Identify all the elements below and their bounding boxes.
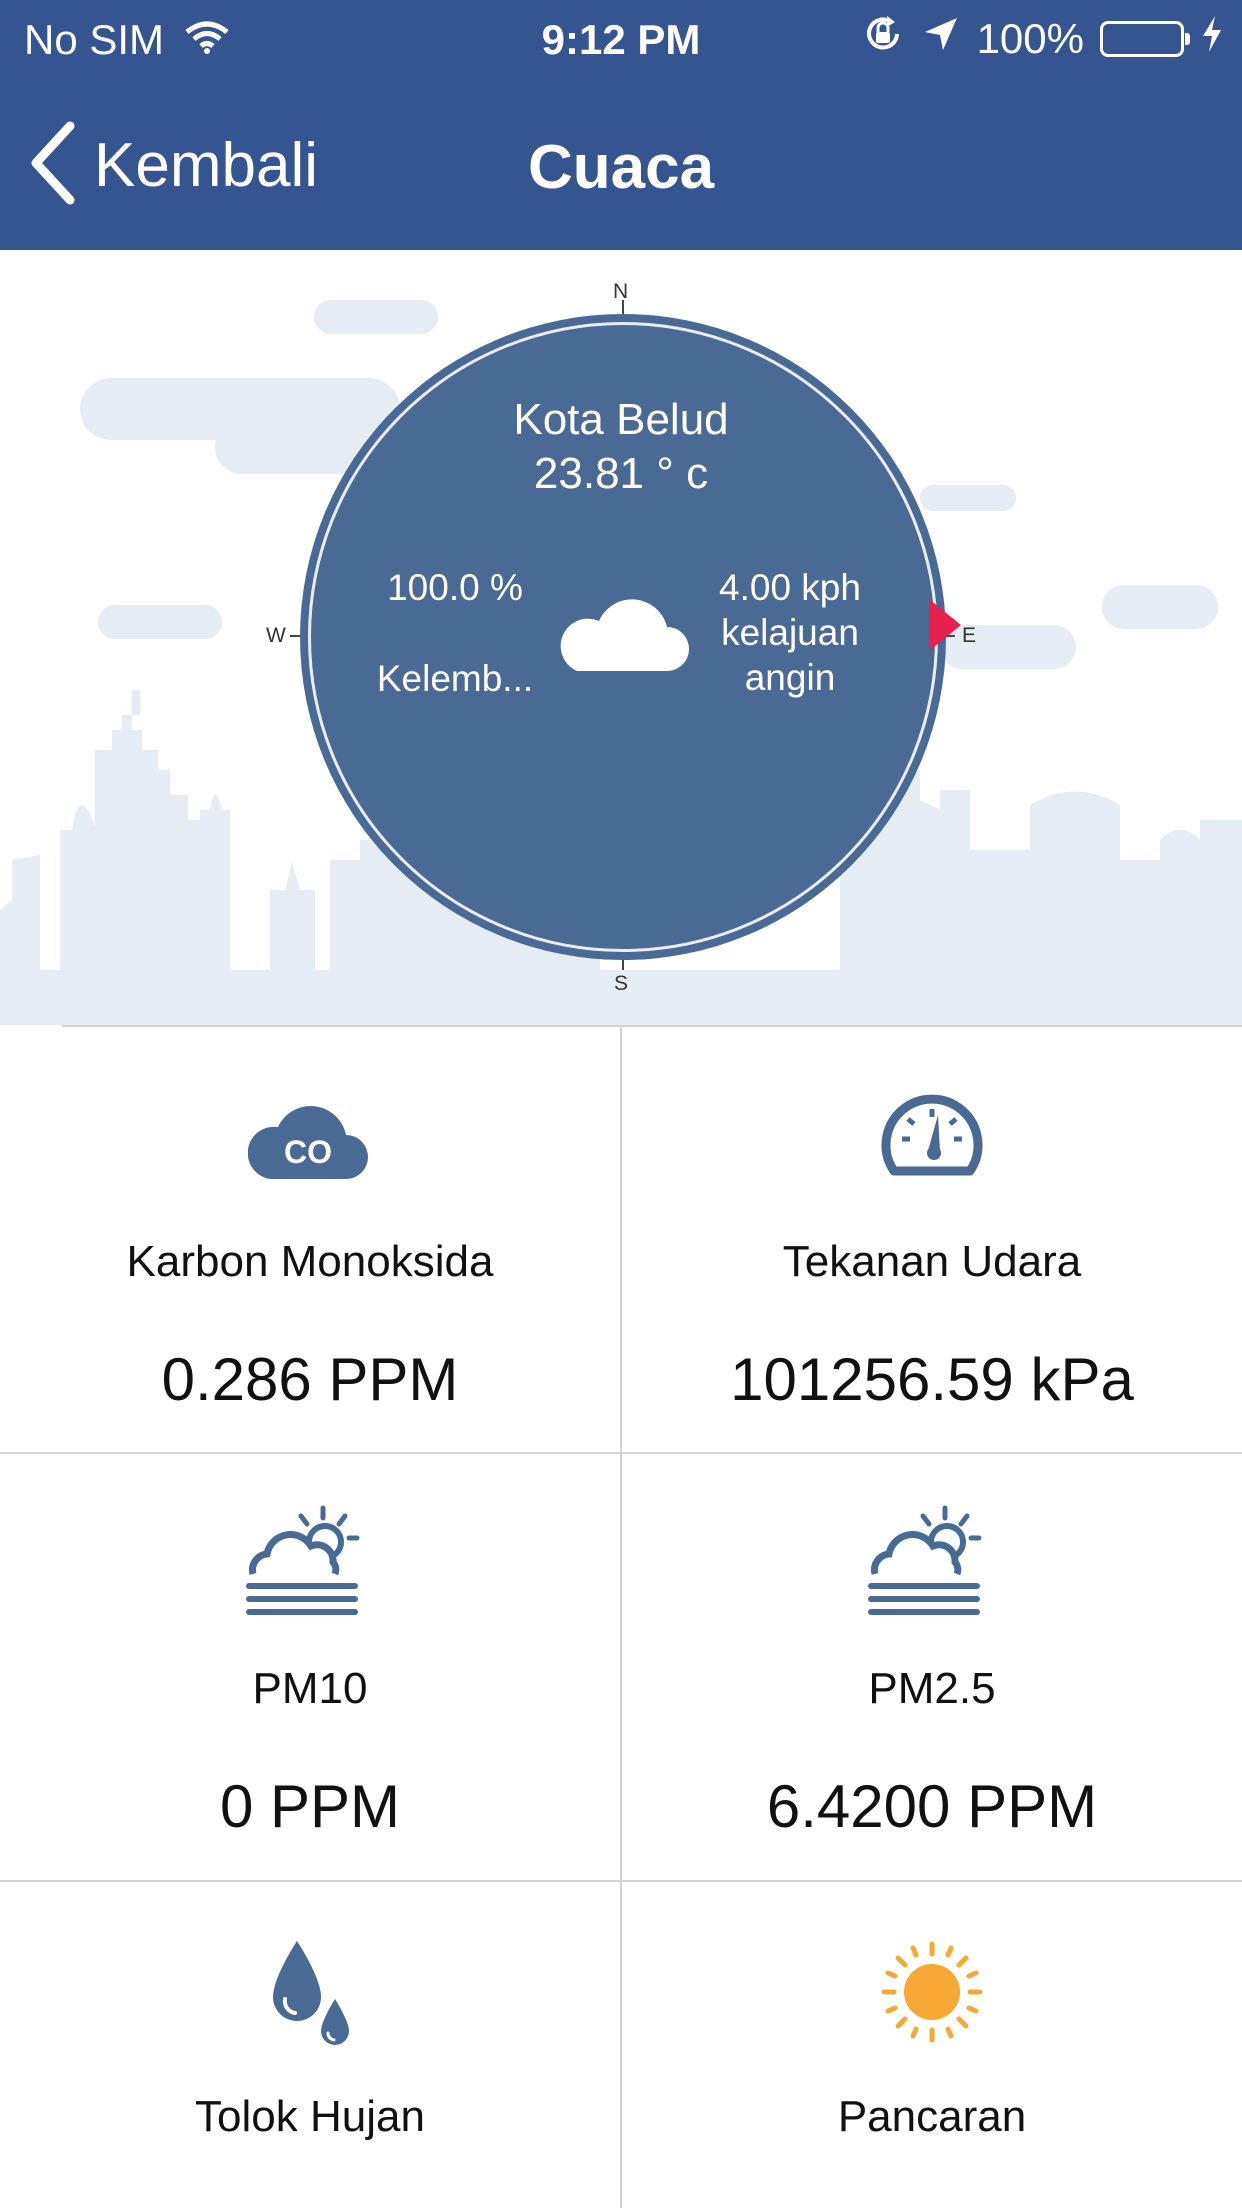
gauge-icon (881, 1094, 983, 1176)
metrics-grid: CO Karbon Monoksida 0.286 PPM Tekanan Ud… (0, 1025, 1242, 2208)
metric-value: 6.4200 PPM (766, 1773, 1098, 1840)
wind-label-line1: kelajuan (721, 612, 859, 653)
metric-label: Tekanan Udara (782, 1237, 1082, 1286)
nav-bar: Kembali Cuaca (0, 100, 1242, 230)
co-cloud-icon: CO (248, 1106, 368, 1179)
wind-label-line2: angin (744, 657, 836, 698)
metric-label: PM2.5 (868, 1664, 996, 1713)
city-name: Kota Belud (513, 395, 729, 444)
battery-percent: 100% (976, 15, 1084, 62)
battery-icon (1100, 21, 1190, 57)
temperature-value: 23.81 ° c (533, 449, 709, 498)
wind-direction-needle (929, 599, 961, 651)
location-icon (921, 14, 961, 64)
wind-speed-value: 4.00 kph (719, 567, 861, 608)
metric-air-pressure[interactable]: Tekanan Udara 101256.59 kPa (622, 1025, 1242, 1452)
sun-icon (881, 1941, 983, 2043)
metric-rain-gauge[interactable]: Tolok Hujan (0, 1882, 620, 2208)
rotation-lock-icon (861, 12, 905, 66)
metric-carbon-monoxide[interactable]: CO Karbon Monoksida 0.286 PPM (0, 1025, 620, 1452)
status-bar: No SIM 9:12 PM 100% (0, 0, 1242, 80)
metric-label: Tolok Hujan (195, 2092, 425, 2141)
humidity-value: 100.0 % (387, 567, 523, 608)
metric-value: 101256.59 kPa (730, 1346, 1134, 1413)
metric-radiation[interactable]: Pancaran (622, 1882, 1242, 2208)
raindrops-icon (273, 1941, 349, 2045)
metric-pm10[interactable]: PM10 0 PPM (0, 1454, 620, 1880)
metric-label: Pancaran (837, 2092, 1027, 2141)
haze-icon (246, 1505, 360, 1615)
compass-west-label: W (266, 624, 286, 647)
compass-south-label: S (614, 972, 629, 995)
page-title: Cuaca (527, 133, 715, 202)
charging-icon (1200, 14, 1224, 64)
header: No SIM 9:12 PM 100% Kembali Cuaca (0, 0, 1242, 250)
metric-label: PM10 (252, 1664, 368, 1713)
humidity-label: Kelemb... (376, 658, 534, 699)
cloud-icon (560, 599, 689, 671)
compass-north-label: N (613, 280, 629, 303)
metric-value: 0.286 PPM (161, 1346, 459, 1413)
metric-value: 0 PPM (219, 1773, 401, 1840)
haze-icon (868, 1505, 982, 1615)
svg-text:CO: CO (284, 1134, 332, 1170)
metric-pm25[interactable]: PM2.5 6.4200 PPM (622, 1454, 1242, 1880)
metric-label: Karbon Monoksida (126, 1237, 494, 1286)
